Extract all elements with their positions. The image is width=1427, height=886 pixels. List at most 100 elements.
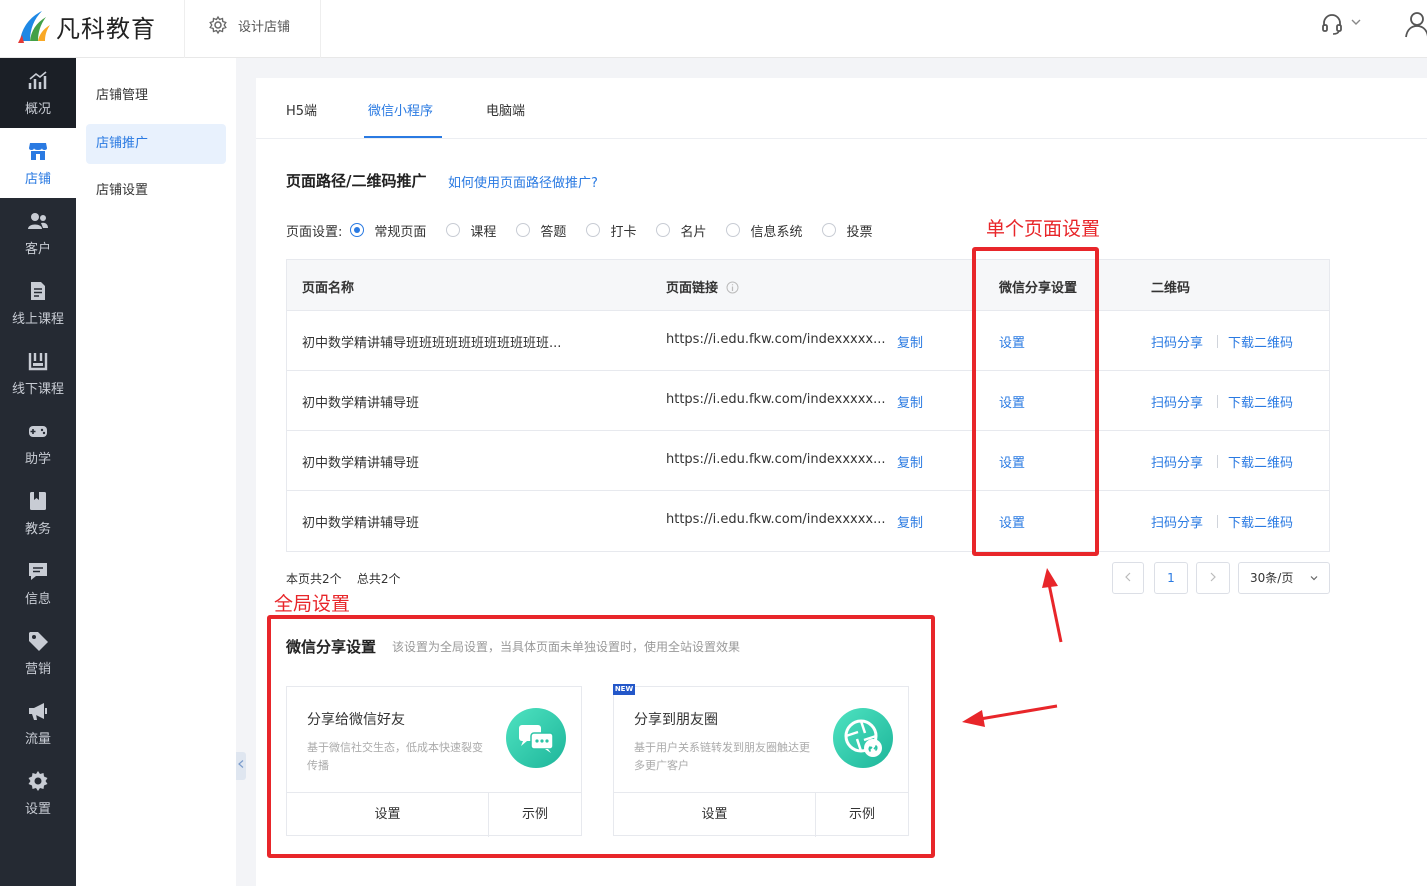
page-name-cell: 初中数学精讲辅导班 [302,396,420,411]
page-size-select[interactable]: 30条/页 [1238,562,1330,594]
radio-business-card[interactable]: 名片 [656,221,706,240]
page-number-button[interactable]: 1 [1154,562,1188,594]
radio-regular-page[interactable]: 常规页面 [350,221,426,240]
download-qrcode-button[interactable]: 下载二维码 [1228,332,1293,351]
page-type-radio-group: 页面设置: 常规页面 课程 答题 打卡 名片 信息系统 投票 [286,220,893,240]
annotation-label-single-page: 单个页面设置 [986,218,1101,240]
divider [184,0,185,58]
page-link-cell: https://i.edu.fkw.com/indexxxxx... [666,512,886,527]
tag-icon [29,631,48,651]
users-icon [28,212,48,229]
gamepad-icon [29,425,47,437]
table-row: 初中数学精讲辅导班 https://i.edu.fkw.com/indexxxxx… [287,371,1329,431]
user-icon[interactable] [1404,10,1427,38]
prev-page-button[interactable] [1112,562,1144,594]
nav-item-messages[interactable]: 信息 [0,548,76,618]
download-qrcode-button[interactable]: 下载二维码 [1228,392,1293,411]
message-icon [29,562,47,580]
divider [1217,335,1218,348]
subnav-item-store-settings[interactable]: 店铺设置 [86,171,226,211]
nav-item-store[interactable]: 店铺 [0,128,76,198]
collapse-sidebar-button[interactable] [236,752,246,780]
brand-logo[interactable]: 凡科教育 [16,6,156,46]
nav-item-marketing[interactable]: 营销 [0,618,76,688]
download-qrcode-button[interactable]: 下载二维码 [1228,452,1293,471]
copy-link-button[interactable]: 复制 [897,452,923,471]
copy-link-button[interactable]: 复制 [897,512,923,531]
info-icon[interactable] [726,281,739,294]
scan-share-button[interactable]: 扫码分享 [1151,512,1203,531]
page-name-cell: 初中数学精讲辅导班 [302,456,420,471]
chart-icon [28,70,47,89]
radio-checkin[interactable]: 打卡 [586,221,636,240]
table-row: 初中数学精讲辅导班班班班班班班班班班班... https://i.edu.fkw.… [287,311,1329,371]
annotation-arrow-left-icon [962,704,1058,727]
table-header: 页面名称 页面链接 微信分享设置 二维码 [287,260,1329,311]
nav-label: 教务 [24,521,51,537]
subnav-item-store-management[interactable]: 店铺管理 [86,76,226,116]
chevron-down-icon[interactable] [1350,16,1362,28]
tab-wechat-miniprogram[interactable]: 微信小程序 [368,100,433,119]
divider [1217,515,1218,528]
page-table: 页面名称 页面链接 微信分享设置 二维码 初中数学精讲辅导班班班班班班班班班班班… [286,259,1330,552]
download-qrcode-button[interactable]: 下载二维码 [1228,512,1293,531]
copy-link-button[interactable]: 复制 [897,332,923,351]
col-header-link: 页面链接 [666,277,739,296]
nav-item-academic[interactable]: 教务 [0,478,76,548]
tab-h5[interactable]: H5端 [286,100,317,119]
next-page-button[interactable] [1196,562,1230,594]
radio-course[interactable]: 课程 [446,221,496,240]
nav-item-customers[interactable]: 客户 [0,198,76,268]
nav-label: 流量 [24,731,51,747]
scan-share-button[interactable]: 扫码分享 [1151,392,1203,411]
page-link-cell: https://i.edu.fkw.com/indexxxxx... [666,392,886,407]
nav-item-study-aid[interactable]: 助学 [0,408,76,478]
brand-name: 凡科教育 [56,14,156,43]
headset-icon[interactable] [1320,12,1344,36]
nav-item-overview[interactable]: 概况 [0,58,76,128]
nav-label: 客户 [24,241,51,257]
design-store-link[interactable]: 设计店铺 [208,0,290,50]
gear-icon [209,15,227,35]
chevron-left-icon [238,760,244,768]
subnav-item-store-promotion[interactable]: 店铺推广 [86,124,226,164]
nav-label: 营销 [24,661,51,677]
sub-nav: 店铺管理 店铺推广 店铺设置 [76,58,236,886]
chevron-right-icon [1210,572,1216,582]
nav-label: 设置 [24,801,51,817]
scan-share-button[interactable]: 扫码分享 [1151,452,1203,471]
nav-item-offline-courses[interactable]: 线下课程 [0,338,76,408]
nav-item-settings[interactable]: 设置 [0,758,76,828]
radio-info-system[interactable]: 信息系统 [726,221,802,240]
scan-share-button[interactable]: 扫码分享 [1151,332,1203,351]
calendar-icon [28,352,48,370]
book-icon [30,491,46,510]
help-link[interactable]: 如何使用页面路径做推广? [448,172,598,191]
table-row: 初中数学精讲辅导班 https://i.edu.fkw.com/indexxxxx… [287,491,1329,551]
design-store-label: 设计店铺 [238,19,291,35]
nav-item-traffic[interactable]: 流量 [0,688,76,758]
radio-quiz[interactable]: 答题 [516,221,566,240]
annotation-arrow-up-icon [1042,568,1063,643]
annotation-label-global: 全局设置 [274,593,351,615]
nav-label: 概况 [24,101,51,117]
copy-link-button[interactable]: 复制 [897,392,923,411]
page-link-cell: https://i.edu.fkw.com/indexxxxx... [666,332,886,347]
chevron-left-icon [1125,572,1131,582]
nav-item-online-courses[interactable]: 线上课程 [0,268,76,338]
radio-vote[interactable]: 投票 [822,221,873,240]
annotation-box-global [267,615,935,858]
page-summary: 本页共2个 总共2个 [286,572,401,586]
annotation-box-single-page [972,247,1099,556]
logo-icon [18,11,50,43]
table-row: 初中数学精讲辅导班 https://i.edu.fkw.com/indexxxxx… [287,431,1329,491]
page-name-cell: 初中数学精讲辅导班 [302,516,420,531]
col-header-qrcode: 二维码 [1151,281,1191,296]
megaphone-icon [29,702,47,720]
nav-label: 助学 [24,451,51,467]
gear-icon [28,770,48,791]
tab-pc[interactable]: 电脑端 [486,100,525,119]
divider [1217,455,1218,468]
top-bar: 凡科教育 设计店铺 [0,0,1427,58]
store-icon [29,142,47,160]
